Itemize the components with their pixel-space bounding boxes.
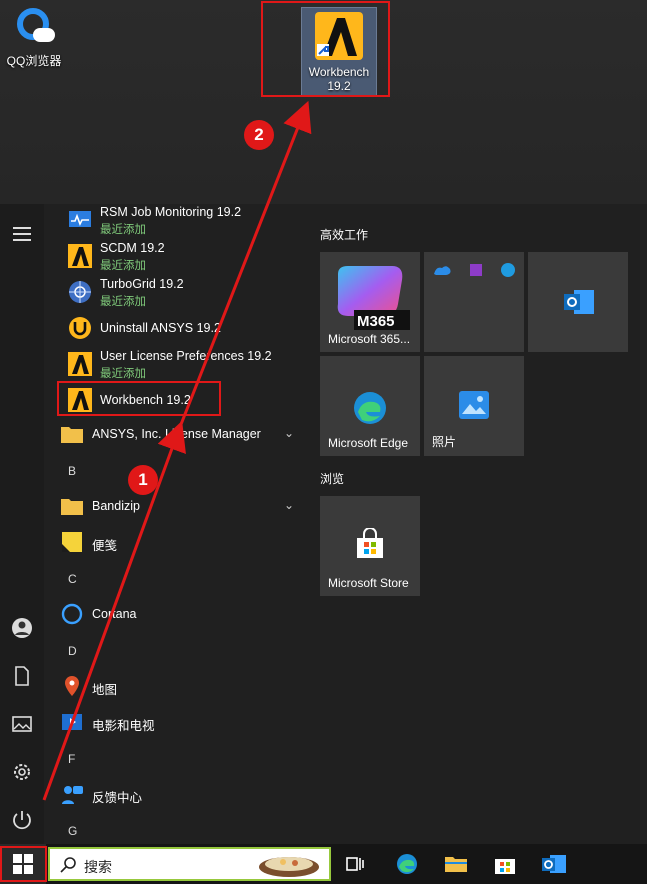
search-icon xyxy=(60,857,76,873)
search-placeholder: 搜索 xyxy=(84,859,112,875)
annotation-arrows xyxy=(42,100,312,801)
outlook-taskbar-icon[interactable] xyxy=(542,852,566,876)
edge-taskbar-icon[interactable] xyxy=(395,852,419,876)
arrow-step-1 xyxy=(42,420,186,801)
file-explorer-icon[interactable] xyxy=(444,852,468,876)
store-taskbar-icon[interactable] xyxy=(493,852,517,876)
task-view-icon[interactable] xyxy=(343,852,367,876)
taskbar: 搜索 xyxy=(0,844,647,884)
search-highlight-image-icon xyxy=(259,857,319,877)
arrow-step-2 xyxy=(176,100,312,433)
highlight-box-start-button xyxy=(0,846,47,882)
search-box[interactable]: 搜索 xyxy=(48,847,331,881)
